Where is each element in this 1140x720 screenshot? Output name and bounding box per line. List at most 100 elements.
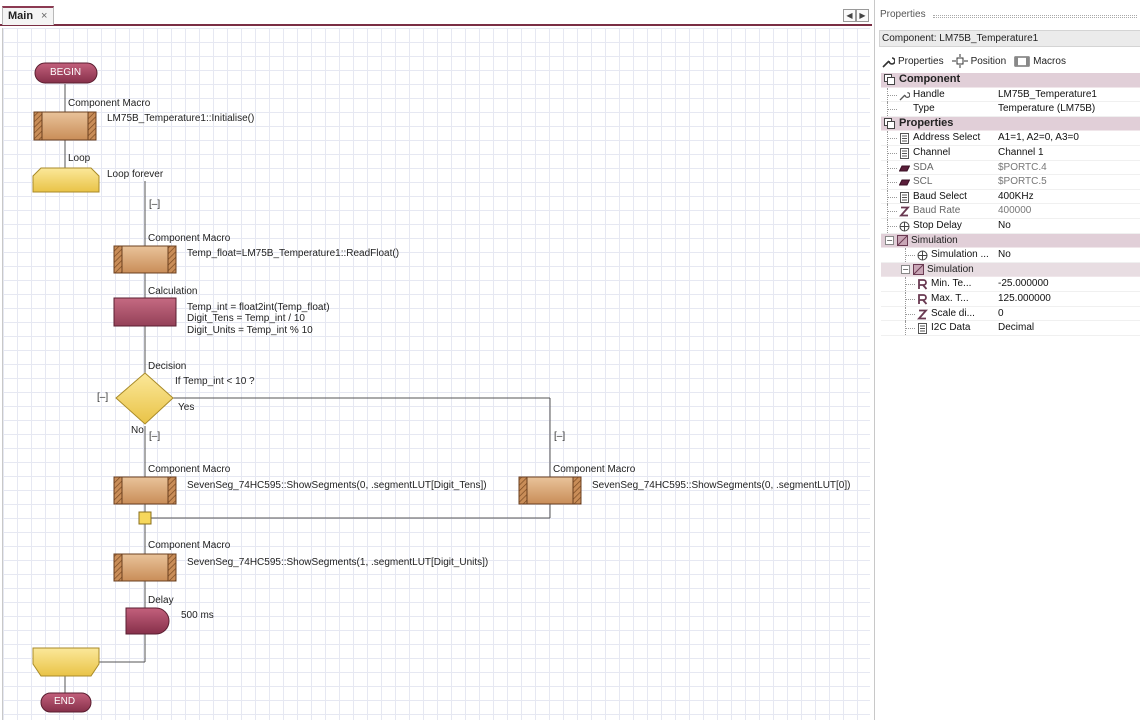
property-value[interactable]: No — [998, 249, 1011, 260]
macro-block-icon — [1014, 56, 1030, 66]
component-header: Component: LM75B_Temperature1 — [879, 30, 1140, 47]
panel-grip[interactable] — [933, 15, 1137, 18]
tab-macros[interactable]: Macros — [1014, 55, 1066, 68]
decision-shape[interactable] — [115, 372, 174, 425]
property-name: Handle — [913, 88, 945, 100]
property-row[interactable]: Scale di... 0 — [881, 306, 1140, 322]
property-row-type[interactable]: Type Temperature (LM75B) — [881, 102, 1140, 117]
subsection-simulation[interactable]: − Simulation — [881, 262, 1140, 278]
property-value[interactable]: -25.000000 — [998, 278, 1049, 289]
close-icon[interactable]: × — [41, 10, 47, 22]
editor-tab-bar: Main × ◀ ▶ — [0, 0, 872, 26]
calc-title: Calculation — [148, 286, 198, 297]
properties-panel-title: Properties — [875, 0, 1140, 30]
property-value[interactable]: Decimal — [998, 322, 1034, 333]
flowchart-canvas[interactable]: BEGIN Component Macro LM75B_Temperature1… — [2, 28, 870, 720]
list-icon — [900, 191, 909, 203]
macro1-text: LM75B_Temperature1::Initialise() — [107, 113, 255, 124]
property-row[interactable]: SDA $PORTC.4 — [881, 160, 1140, 176]
macro2-shape[interactable] — [113, 245, 177, 274]
property-row[interactable]: Min. Te... -25.000000 — [881, 277, 1140, 292]
property-row[interactable]: Baud Select 400KHz — [881, 189, 1140, 205]
loop-title: Loop — [68, 153, 91, 164]
yes-label: Yes — [178, 402, 195, 413]
simulation-rows: Min. Te... -25.000000 Max. T... 125.000000 S… — [881, 277, 1140, 336]
property-row[interactable]: Baud Rate 400000 — [881, 204, 1140, 219]
macro5-title: Component Macro — [148, 540, 231, 551]
property-value[interactable]: No — [998, 220, 1011, 231]
property-grid: Component Handle LM75B_Temperature1 Type… — [881, 73, 1140, 336]
wrench-icon — [899, 91, 910, 101]
loop-expander[interactable]: [–] — [149, 199, 160, 210]
property-value[interactable]: 125.000000 — [998, 293, 1051, 304]
properties-tabs: Properties Position Macros — [881, 52, 1074, 70]
list-icon — [900, 133, 909, 145]
collapse-icon[interactable]: − — [901, 264, 910, 274]
decision-text: If Temp_int < 10 ? — [175, 376, 255, 387]
collapse-icon[interactable]: − — [885, 235, 894, 245]
integer-icon — [899, 206, 910, 217]
property-value[interactable]: 0 — [998, 308, 1004, 319]
tab-properties[interactable]: Properties — [881, 55, 944, 68]
toggle-icon — [917, 250, 928, 261]
macro3-shape[interactable] — [113, 476, 177, 505]
yes-branch-expander[interactable]: [–] — [554, 431, 565, 442]
property-value[interactable]: LM75B_Temperature1 — [998, 89, 1097, 100]
scroll-left-icon[interactable]: ◀ — [843, 9, 856, 22]
macro2-title: Component Macro — [148, 233, 231, 244]
property-name: I2C Data — [931, 322, 971, 334]
real-icon — [918, 279, 928, 290]
section-properties[interactable]: Properties — [881, 116, 1140, 132]
tab-main-label: Main — [8, 10, 34, 22]
no-label: No — [131, 425, 144, 436]
macro1-shape[interactable] — [33, 111, 97, 141]
tab-position[interactable]: Position — [951, 54, 1007, 68]
delay-shape[interactable] — [125, 607, 170, 635]
property-row[interactable]: Address Select A1=1, A2=0, A3=0 — [881, 131, 1140, 146]
junction-node — [138, 511, 152, 525]
property-name: Max. T... — [931, 292, 969, 304]
section-simulation[interactable]: − Simulation — [881, 233, 1140, 249]
macro4-title: Component Macro — [553, 464, 636, 475]
property-row[interactable]: Max. T... 125.000000 — [881, 291, 1140, 307]
property-value[interactable]: Channel 1 — [998, 147, 1044, 158]
property-row[interactable]: Channel Channel 1 — [881, 145, 1140, 161]
property-value[interactable]: A1=1, A2=0, A3=0 — [998, 132, 1079, 143]
property-value[interactable]: 400KHz — [998, 191, 1034, 202]
property-row[interactable]: SCL $PORTC.5 — [881, 175, 1140, 190]
property-row-simulation[interactable]: Simulation ... No — [881, 248, 1140, 263]
property-row[interactable]: I2C Data Decimal — [881, 321, 1140, 336]
property-value: $PORTC.4 — [998, 161, 1047, 173]
property-row[interactable]: Stop Delay No — [881, 218, 1140, 234]
tab-properties-label: Properties — [898, 55, 944, 67]
pin-icon — [899, 165, 910, 172]
property-name: SDA — [913, 161, 934, 173]
section-properties-title: Properties — [899, 116, 954, 129]
app-window: Main × ◀ ▶ BEGIN Component Macro LM75B_T… — [0, 0, 1140, 720]
loop-end-shape[interactable] — [32, 647, 100, 677]
property-name: Baud Select — [913, 190, 967, 202]
properties-panel: Properties Component: LM75B_Temperature1… — [874, 0, 1140, 720]
move-arrows-icon — [951, 54, 968, 68]
macro5-shape[interactable] — [113, 553, 177, 582]
no-branch-expander[interactable]: [–] — [149, 431, 160, 442]
macro3-title: Component Macro — [148, 464, 231, 475]
tab-main[interactable]: Main × — [2, 6, 54, 25]
integer-icon — [917, 309, 928, 319]
calculation-shape[interactable] — [113, 297, 177, 327]
section-properties-icon — [884, 117, 895, 129]
tab-scroll-arrows: ◀ ▶ — [843, 9, 869, 22]
simulation-icon — [897, 234, 908, 246]
property-name: Channel — [913, 146, 951, 158]
section-simulation-title: Simulation — [911, 234, 958, 246]
decision-expander[interactable]: [–] — [97, 392, 108, 403]
property-row-handle[interactable]: Handle LM75B_Temperature1 — [881, 87, 1140, 103]
begin-label: BEGIN — [50, 67, 82, 78]
macro4-shape[interactable] — [518, 476, 582, 505]
loop-start-shape[interactable] — [32, 167, 100, 193]
scroll-right-icon[interactable]: ▶ — [856, 9, 869, 22]
section-component[interactable]: Component — [881, 73, 1140, 88]
tab-position-label: Position — [970, 55, 1007, 67]
list-icon — [918, 323, 927, 335]
property-name: Type — [913, 103, 935, 115]
